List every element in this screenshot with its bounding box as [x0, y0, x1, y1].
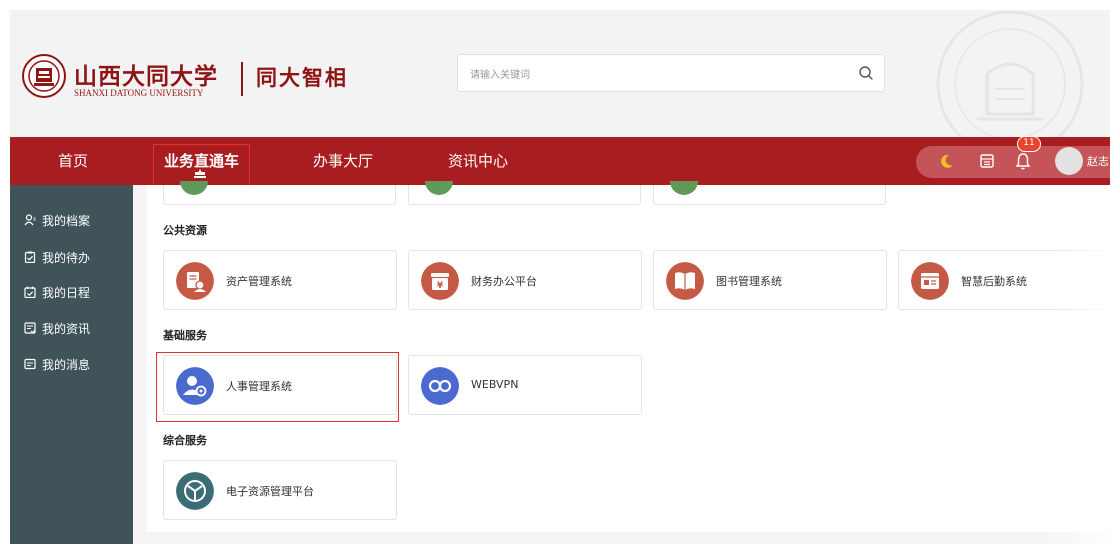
vpn-icon	[421, 367, 459, 405]
app-card-smart-logistics[interactable]: 智慧后勤系统	[898, 250, 1110, 310]
calendar-check-icon	[24, 286, 36, 298]
sidebar-item-archive[interactable]: 我的档案	[24, 211, 90, 229]
university-seal-icon	[22, 54, 66, 98]
app-card-asset-management[interactable]: 资产管理系统	[163, 250, 397, 310]
search-input[interactable]: 请输入关键词	[457, 54, 885, 92]
sidebar-item-todo[interactable]: 我的待办	[24, 248, 90, 266]
brand-divider	[241, 62, 243, 96]
bell-icon[interactable]	[1014, 151, 1032, 171]
app-card-e-resource-platform[interactable]: 电子资源管理平台	[163, 460, 397, 520]
moon-icon[interactable]	[938, 152, 956, 170]
message-icon	[24, 358, 36, 370]
app-card-label: 智慧后勤系统	[961, 275, 1027, 288]
nav-home[interactable]: 首页	[58, 150, 88, 171]
section-title-basic-services: 基础服务	[163, 329, 207, 342]
app-card-library-management[interactable]: 图书管理系统	[653, 250, 887, 310]
section-title-integrated-services: 综合服务	[163, 434, 207, 447]
asset-icon	[176, 262, 214, 300]
nav-service-hall[interactable]: 办事大厅	[313, 150, 373, 171]
avatar[interactable]	[1055, 147, 1083, 175]
app-card-label: WEBVPN	[471, 378, 519, 391]
app-card-finance-platform[interactable]: ¥ 财务办公平台	[408, 250, 642, 310]
app-card-label: 图书管理系统	[716, 275, 782, 288]
university-name: 山西大同大学	[74, 63, 218, 90]
clipboard-check-icon	[24, 251, 36, 263]
sidebar-item-messages[interactable]: 我的消息	[24, 355, 90, 373]
sidebar-item-label: 我的档案	[42, 213, 91, 228]
sidebar-item-label: 我的消息	[42, 357, 91, 372]
selected-card-highlight	[156, 352, 399, 422]
app-card-label: 财务办公平台	[471, 275, 537, 288]
nav-news-center[interactable]: 资讯中心	[448, 150, 508, 171]
calendar-icon[interactable]	[978, 152, 996, 170]
sidebar-item-label: 我的日程	[42, 285, 91, 300]
seal-watermark-icon	[936, 10, 1084, 158]
book-icon	[666, 262, 704, 300]
section-title-public-resources: 公共资源	[163, 224, 207, 237]
sidebar-item-schedule[interactable]: 我的日程	[24, 283, 90, 301]
search-placeholder: 请输入关键词	[470, 70, 530, 81]
sidebar-item-label: 我的资讯	[42, 321, 91, 336]
site-header: 山西大同大学 SHANXI DATONG UNIVERSITY 同大智相 请输入…	[10, 10, 1110, 158]
university-name-en: SHANXI DATONG UNIVERSITY	[74, 88, 204, 98]
user-profile-icon	[24, 214, 36, 226]
search-icon[interactable]	[858, 65, 874, 81]
portal-name: 同大智相	[256, 65, 348, 90]
page: 山西大同大学 SHANXI DATONG UNIVERSITY 同大智相 请输入…	[0, 0, 1110, 544]
svg-text:¥: ¥	[437, 281, 444, 291]
app-card-label: 资产管理系统	[226, 275, 292, 288]
notification-badge: 11	[1017, 136, 1041, 152]
logistics-icon	[911, 262, 949, 300]
sidebar-item-label: 我的待办	[42, 250, 91, 265]
user-name[interactable]: 赵志	[1087, 153, 1109, 169]
app-card-webvpn[interactable]: WEBVPN	[408, 355, 642, 415]
resource-icon	[176, 472, 214, 510]
news-icon	[24, 322, 36, 334]
sidebar-item-news[interactable]: 我的资讯	[24, 319, 90, 337]
finance-icon: ¥	[421, 262, 459, 300]
app-card-label: 电子资源管理平台	[226, 485, 314, 498]
